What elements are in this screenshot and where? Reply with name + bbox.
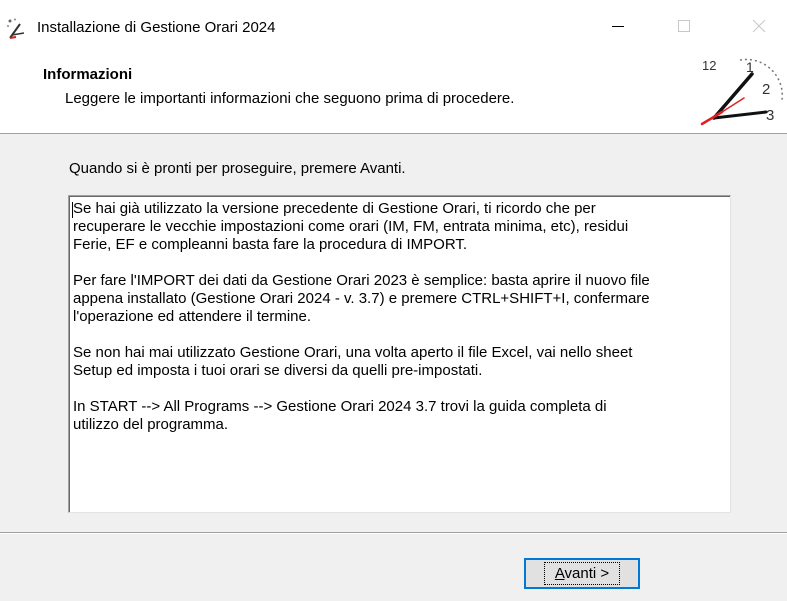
minimize-icon <box>612 26 624 27</box>
setup-wand-icon[interactable] <box>6 17 30 41</box>
close-button[interactable] <box>731 0 787 52</box>
information-memo[interactable]: Se hai già utilizzato la versione preced… <box>68 195 731 513</box>
close-icon <box>752 19 766 33</box>
svg-text:2: 2 <box>762 81 770 98</box>
information-text[interactable]: Se hai già utilizzato la versione preced… <box>73 200 723 434</box>
page-header: Informazioni Leggere le importanti infor… <box>0 52 787 134</box>
svg-text:12: 12 <box>702 58 716 73</box>
svg-text:3: 3 <box>766 107 774 124</box>
page-title: Informazioni <box>43 66 133 83</box>
minimize-button[interactable] <box>590 0 646 52</box>
next-button-label-rest: vanti > <box>564 565 610 582</box>
proceed-prompt: Quando si è pronti per proseguire, preme… <box>69 160 406 177</box>
next-button[interactable]: Avanti > <box>524 558 640 589</box>
title-bar[interactable]: Installazione di Gestione Orari 2024 <box>0 0 787 52</box>
installer-window: Installazione di Gestione Orari 2024 Inf… <box>0 0 787 601</box>
next-button-label: Avanti > <box>543 562 621 585</box>
clock-icon: 12 1 2 3 <box>700 54 786 126</box>
page-subtitle: Leggere le importanti informazioni che s… <box>65 90 515 107</box>
maximize-button[interactable] <box>656 0 712 52</box>
maximize-icon <box>678 20 690 32</box>
window-title: Installazione di Gestione Orari 2024 <box>37 19 276 36</box>
next-button-mnemonic: A <box>554 565 565 582</box>
footer-divider-highlight <box>0 533 787 534</box>
